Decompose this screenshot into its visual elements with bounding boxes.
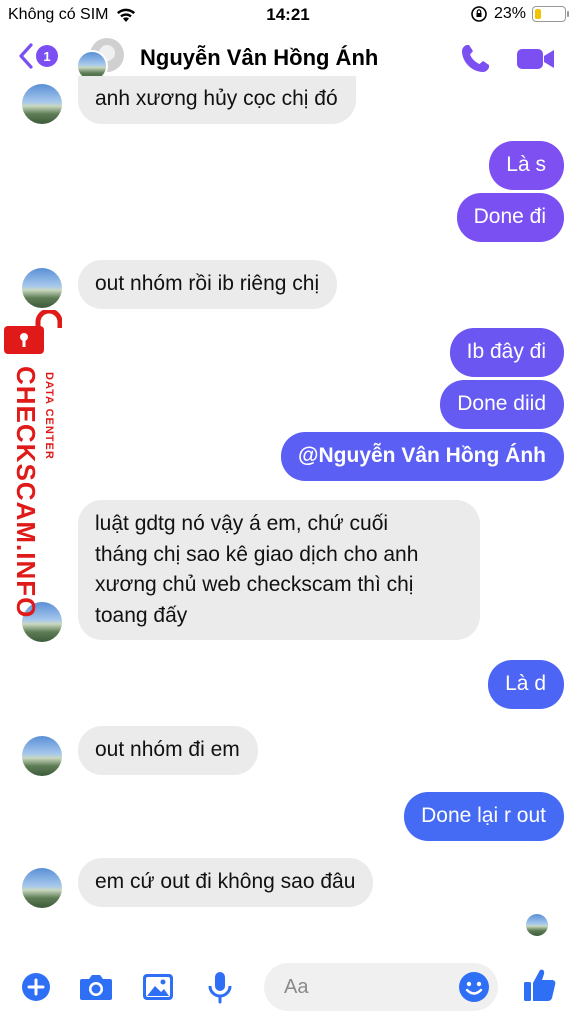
message-bubble[interactable]: anh xương hủy cọc chị đó [78, 76, 356, 124]
back-button[interactable]: 1 [18, 42, 58, 70]
thumbs-up-icon[interactable] [520, 965, 560, 1005]
message-text-line: toang đấy [95, 603, 188, 627]
lock-icon [4, 310, 62, 354]
composer-bar: Aa [0, 955, 576, 1024]
message-bubble[interactable]: Là s [489, 141, 564, 190]
message-text: out nhóm đi em [95, 738, 240, 761]
plus-icon[interactable] [16, 967, 56, 1007]
avatar [22, 868, 62, 908]
watermark-sub-text: DATA CENTER [43, 372, 55, 460]
message-text: out nhóm rồi ib riêng chị [95, 272, 320, 295]
emoji-icon[interactable] [458, 971, 490, 1003]
status-bar: Không có SIM 14:21 23% [0, 0, 576, 30]
checkscam-watermark: CHECKSCAM.INFO DATA CENTER [4, 310, 62, 618]
video-camera-icon[interactable] [516, 44, 556, 74]
message-text: anh xương hủy cọc chị đó [95, 87, 338, 110]
mention-text[interactable]: @Nguyễn Vân Hồng Ánh [298, 444, 546, 467]
contact-name[interactable]: Nguyễn Vân Hồng Ánh [140, 45, 378, 71]
message-text-line: luật gdtg nó vậy á em, chứ cuối [95, 512, 389, 535]
message-bubble[interactable]: out nhóm đi em [78, 726, 258, 775]
message-text: Done đi [473, 205, 546, 228]
message-input-placeholder: Aa [284, 976, 309, 998]
message-text: Là s [506, 153, 546, 176]
battery-icon [532, 6, 569, 22]
message-bubble[interactable]: Là d [488, 660, 564, 709]
message-text-line: xương chủ web checkscam thì chị [95, 573, 414, 596]
message-text-line: tháng chị sao kê giao dịch cho anh [95, 542, 419, 566]
message-bubble[interactable]: Done diid [440, 380, 564, 429]
avatar [22, 268, 62, 308]
message-bubble[interactable]: luật gdtg nó vậy á em, chứ cuối tháng ch… [78, 500, 480, 640]
message-text: em cứ out đi không sao đâu [95, 870, 356, 893]
message-bubble[interactable]: Ib đây đi [449, 328, 564, 377]
watermark-main-text: CHECKSCAM.INFO [11, 366, 41, 619]
message-bubble[interactable]: Done lại r out [404, 792, 564, 841]
battery-fill [535, 9, 541, 19]
message-bubble[interactable]: out nhóm rồi ib riêng chị [78, 260, 338, 309]
message-text: Done diid [457, 392, 546, 415]
message-bubble[interactable]: @Nguyễn Vân Hồng Ánh [281, 432, 564, 481]
orientation-lock-icon [471, 6, 487, 22]
message-bubble[interactable]: em cứ out đi không sao đâu [78, 858, 374, 907]
unread-badge: 1 [36, 45, 58, 67]
message-text: Ib đây đi [466, 340, 546, 363]
avatar [22, 736, 62, 776]
message-text: Done lại r out [421, 804, 546, 827]
battery-percent: 23% [493, 5, 526, 22]
camera-icon[interactable] [76, 967, 116, 1007]
microphone-icon[interactable] [200, 967, 240, 1007]
image-icon[interactable] [138, 967, 178, 1007]
message-input[interactable]: Aa [264, 963, 498, 1011]
message-text: Là d [505, 672, 546, 695]
back-chevron-icon [19, 43, 33, 69]
phone-icon[interactable] [458, 42, 492, 76]
status-right: 23% [470, 5, 569, 23]
message-bubble[interactable]: Done đi [456, 193, 564, 242]
read-receipt-avatar [526, 914, 548, 936]
avatar [22, 84, 62, 124]
